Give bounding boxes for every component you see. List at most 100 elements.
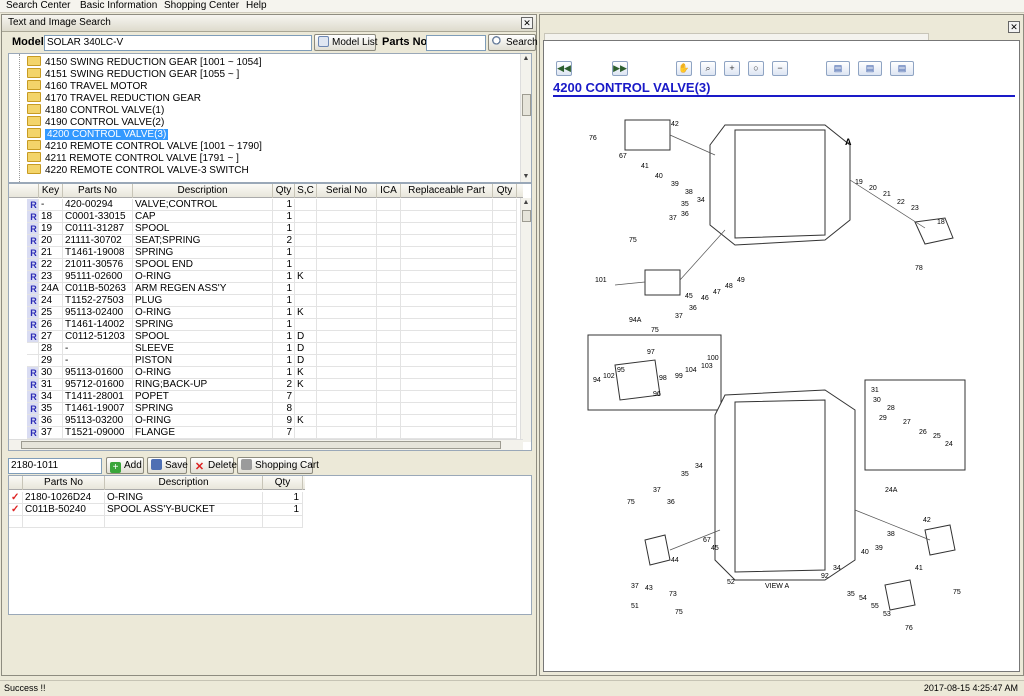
table-row[interactable]: R 20 21111-30702 SEAT;SPRING 2 xyxy=(9,235,523,247)
zoom-fit-icon[interactable]: ○ xyxy=(748,61,764,76)
cart-row[interactable]: ✓ 2180-1026D24 O-RING 1 xyxy=(9,492,305,504)
check-icon[interactable]: ✓ xyxy=(9,504,23,516)
tree-item[interactable]: 4210 REMOTE CONTROL VALVE [1001 ~ 1790] xyxy=(27,140,262,152)
menu-basic-information[interactable]: Basic Information xyxy=(80,0,157,12)
close-icon[interactable]: ✕ xyxy=(521,17,533,29)
table-row[interactable]: R -420-00294 VALVE;CONTROL 1 xyxy=(9,199,523,211)
table-row[interactable]: 29- PISTON 1 D xyxy=(9,355,523,367)
menu-shopping-center[interactable]: Shopping Center xyxy=(164,0,239,12)
col-qty[interactable]: Qty xyxy=(273,184,295,198)
leader-line xyxy=(679,229,726,281)
delete-button[interactable]: ✕ Delete xyxy=(190,457,237,474)
table-row[interactable]: R 22 21011-30576 SPOOL END 1 xyxy=(9,259,523,271)
tree-item[interactable]: 4190 CONTROL VALVE(2) xyxy=(27,116,164,128)
cart-col-qty[interactable]: Qty xyxy=(263,476,303,490)
cell-empty xyxy=(493,295,517,307)
col-serial-no[interactable]: Serial No xyxy=(317,184,377,198)
table-row[interactable]: R 31 95712-01600 RING;BACK-UP 2 K xyxy=(9,379,523,391)
search-button-label: Search xyxy=(506,37,538,48)
callout: 97 xyxy=(647,349,655,356)
callout: 22 xyxy=(897,199,905,206)
hand-icon[interactable]: ✋ xyxy=(676,61,692,76)
drawing-title: 4200 CONTROL VALVE(3) xyxy=(553,80,711,95)
model-list-button[interactable]: Model List xyxy=(314,34,378,51)
cart-cell-blank xyxy=(105,516,263,528)
tree-item[interactable]: 4180 CONTROL VALVE(1) xyxy=(27,104,164,116)
menu-help[interactable]: Help xyxy=(246,0,267,12)
print-image-icon[interactable]: ▤ xyxy=(858,61,882,76)
tree-item[interactable]: 4220 REMOTE CONTROL VALVE-3 SWITCH xyxy=(27,164,249,176)
table-row[interactable]: R 34 T1411-28001 POPET 7 xyxy=(9,391,523,403)
cart-row-empty[interactable] xyxy=(9,516,305,528)
table-row[interactable]: R 24A C011B-50263 ARM REGEN ASS'Y 1 xyxy=(9,283,523,295)
menu-search-center[interactable]: Search Center xyxy=(6,0,70,12)
cart-col-description[interactable]: Description xyxy=(105,476,263,490)
category-tree[interactable]: 4150 SWING REDUCTION GEAR [1001 ~ 1054] … xyxy=(8,53,532,183)
tree-item[interactable]: 4211 REMOTE CONTROL VALVE [1791 ~ ] xyxy=(27,152,239,164)
model-input[interactable]: SOLAR 340LC-V xyxy=(44,35,312,51)
add-button[interactable]: + Add xyxy=(106,457,144,474)
callout: 38 xyxy=(685,189,693,196)
grid-vscroll[interactable]: ▲ xyxy=(520,198,531,442)
table-row[interactable]: R 30 95113-01600 O-RING 1 K xyxy=(9,367,523,379)
tree-item[interactable]: 4160 TRAVEL MOTOR xyxy=(27,80,147,92)
save-image-icon[interactable]: ▤ xyxy=(890,61,914,76)
cell-key: 31 xyxy=(39,379,63,391)
col-key[interactable]: Key xyxy=(39,184,63,198)
table-row[interactable]: R 36 95113-03200 O-RING 9 K xyxy=(9,415,523,427)
col-sc[interactable]: S,C xyxy=(295,184,317,198)
hscroll-thumb[interactable] xyxy=(21,441,501,449)
cart-part-input[interactable]: 2180-1011 xyxy=(8,458,102,474)
col-parts-no[interactable]: Parts No xyxy=(63,184,133,198)
table-row[interactable]: 28- SLEEVE 1 D xyxy=(9,343,523,355)
scroll-thumb[interactable] xyxy=(522,94,531,116)
table-row[interactable]: R 24 T1152-27503 PLUG 1 xyxy=(9,295,523,307)
tree-item[interactable]: 4150 SWING REDUCTION GEAR [1001 ~ 1054] xyxy=(27,56,261,68)
close-icon[interactable]: ✕ xyxy=(1008,21,1020,33)
table-row[interactable]: R 18 C0001-33015 CAP 1 xyxy=(9,211,523,223)
copy-image-icon[interactable]: ▤ xyxy=(826,61,850,76)
table-row[interactable]: R 26 T1461-14002 SPRING 1 xyxy=(9,319,523,331)
tree-item-selected[interactable]: 4200 CONTROL VALVE(3) xyxy=(27,128,169,140)
tree-scrollbar[interactable]: ▲ ▼ xyxy=(520,54,531,182)
grid-hscroll[interactable] xyxy=(9,439,523,450)
tree-item[interactable]: 4170 TRAVEL REDUCTION GEAR xyxy=(27,92,201,104)
col-description[interactable]: Description xyxy=(133,184,273,198)
table-row[interactable]: R 25 95113-02400 O-RING 1 K xyxy=(9,307,523,319)
leader-line xyxy=(614,281,646,286)
replaceable-flag: R xyxy=(27,319,39,331)
scroll-thumb[interactable] xyxy=(522,210,531,222)
col-qty-2[interactable]: Qty xyxy=(493,184,517,198)
first-page-icon[interactable]: ◀◀ xyxy=(556,61,572,76)
tree-item[interactable]: 4151 SWING REDUCTION GEAR [1055 ~ ] xyxy=(27,68,239,80)
table-row[interactable]: R 23 95111-02600 O-RING 1 K xyxy=(9,271,523,283)
cell-empty xyxy=(317,367,377,379)
parts-no-input[interactable] xyxy=(426,35,486,51)
col-replaceable-part[interactable]: Replaceable Part xyxy=(401,184,493,198)
cart-row[interactable]: ✓ C011B-50240 SPOOL ASS'Y-BUCKET 1 xyxy=(9,504,305,516)
search-button[interactable]: Search xyxy=(488,34,538,51)
col-ica[interactable]: ICA xyxy=(377,184,401,198)
table-row[interactable]: R 35 T1461-19007 SPRING 8 xyxy=(9,403,523,415)
zoom-in-icon[interactable]: + xyxy=(724,61,740,76)
zoom-out-icon[interactable]: − xyxy=(772,61,788,76)
scroll-up-icon[interactable]: ▲ xyxy=(521,54,531,64)
table-row[interactable]: R 27 C0112-51203 SPOOL 1 D xyxy=(9,331,523,343)
shopping-cart-button[interactable]: Shopping Cart xyxy=(237,457,319,474)
zoom-area-icon[interactable]: ⌕ xyxy=(700,61,716,76)
next-page-icon[interactable]: ▶▶ xyxy=(612,61,628,76)
table-row[interactable]: R 19 C0111-31287 SPOOL 1 xyxy=(9,223,523,235)
cell-empty xyxy=(493,271,517,283)
table-row[interactable]: R 21 T1461-19008 SPRING 1 xyxy=(9,247,523,259)
scroll-up-icon[interactable]: ▲ xyxy=(521,198,531,208)
check-icon[interactable]: ✓ xyxy=(9,492,23,504)
folder-icon xyxy=(27,80,41,90)
table-row[interactable]: R 37 T1521-09000 FLANGE 7 xyxy=(9,427,523,439)
cell-empty xyxy=(493,199,517,211)
save-button[interactable]: Save xyxy=(147,457,188,474)
scroll-down-icon[interactable]: ▼ xyxy=(521,172,531,182)
cart-col-parts-no[interactable]: Parts No xyxy=(23,476,105,490)
parts-no-label: Parts No xyxy=(382,36,428,48)
cell-empty xyxy=(493,415,517,427)
cell-empty xyxy=(377,295,401,307)
